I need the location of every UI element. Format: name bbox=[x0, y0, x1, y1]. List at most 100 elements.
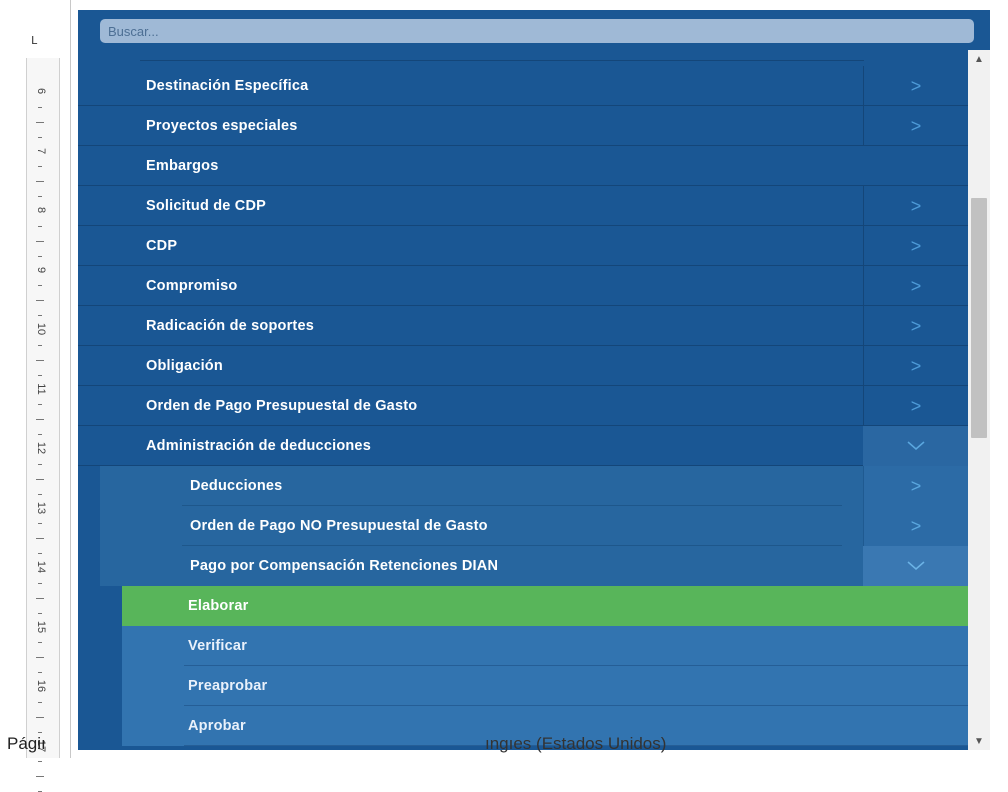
menu-item-label: Destinación Específica bbox=[146, 77, 309, 94]
menu-item-label: Embargos bbox=[146, 157, 219, 174]
ruler-tick bbox=[38, 196, 42, 198]
menu-item-label: Proyectos especiales bbox=[146, 117, 298, 134]
menu-item-label: Solicitud de CDP bbox=[146, 197, 267, 214]
ruler-tick bbox=[38, 463, 42, 465]
ruler-tick bbox=[38, 731, 42, 733]
menu-item-obligacion[interactable]: Obligación > bbox=[78, 346, 968, 386]
ruler-tick bbox=[36, 776, 44, 778]
ruler-tick bbox=[38, 136, 42, 138]
ruler-number: 8 bbox=[35, 206, 47, 214]
ruler-tick bbox=[38, 523, 42, 525]
chevron-right-icon[interactable]: > bbox=[863, 226, 968, 266]
ruler-number: 6 bbox=[35, 87, 47, 95]
ruler-number: 14 bbox=[35, 560, 47, 574]
scroll-up-arrow-icon[interactable]: ▲ bbox=[968, 50, 990, 68]
ruler-tick bbox=[36, 121, 44, 123]
ruler-tick bbox=[38, 642, 42, 644]
ruler-tick bbox=[36, 597, 44, 599]
search-input[interactable] bbox=[100, 19, 974, 43]
ruler-tick bbox=[36, 716, 44, 718]
ruler-tick bbox=[38, 493, 42, 495]
chevron-down-icon[interactable] bbox=[863, 546, 968, 586]
search-bar bbox=[78, 10, 990, 52]
ruler-tick bbox=[36, 359, 44, 361]
ruler-tick bbox=[36, 478, 44, 480]
ruler-tick bbox=[38, 106, 42, 108]
chevron-right-icon[interactable]: > bbox=[863, 466, 968, 506]
menu-item-cdp[interactable]: CDP > bbox=[78, 226, 968, 266]
ruler-number: 13 bbox=[35, 501, 47, 514]
ruler-tick bbox=[38, 285, 42, 287]
submenu-item-pago-compensacion-dian[interactable]: Pago por Compensación Retenciones DIAN bbox=[100, 546, 968, 586]
ruler-tick bbox=[38, 404, 42, 406]
ruler-tick bbox=[36, 538, 44, 540]
menu-item-orden-pago-presupuestal[interactable]: Orden de Pago Presupuestal de Gasto > bbox=[78, 386, 968, 426]
ruler-tick bbox=[36, 181, 44, 183]
menu-item-destinacion-especifica[interactable]: Destinación Específica > bbox=[78, 66, 968, 106]
chevron-down-icon[interactable] bbox=[863, 426, 968, 466]
ruler-tick bbox=[36, 240, 44, 242]
ruler-number: 12 bbox=[35, 441, 47, 455]
chevron-right-icon[interactable]: > bbox=[863, 266, 968, 306]
menu-item-label: CDP bbox=[146, 237, 178, 254]
ruler-tick bbox=[38, 612, 42, 614]
ruler-number: 9 bbox=[35, 266, 47, 273]
submenu-item-verificar[interactable]: Verificar bbox=[122, 626, 968, 666]
ruler-tick bbox=[38, 315, 42, 317]
menu-item-administracion-deducciones[interactable]: Administración de deducciones bbox=[78, 426, 968, 466]
vertical-ruler: L 6 7 8 9 10 11 12 13 14 15 16 17 bbox=[0, 0, 71, 792]
menu-item-label: Obligación bbox=[146, 357, 223, 374]
navigation-panel: Destinación Específica > Proyectos espec… bbox=[78, 10, 990, 750]
ruler-tick bbox=[38, 374, 42, 376]
chevron-right-icon[interactable]: > bbox=[863, 306, 968, 346]
chevron-right-icon[interactable]: > bbox=[863, 386, 968, 426]
scrollbar-thumb[interactable] bbox=[971, 198, 987, 438]
submenu-item-elaborar[interactable]: Elaborar bbox=[122, 586, 968, 626]
submenu-item-preaprobar[interactable]: Preaprobar bbox=[122, 666, 968, 706]
menu-item-compromiso[interactable]: Compromiso > bbox=[78, 266, 968, 306]
ruler-number: 11 bbox=[35, 382, 47, 395]
submenu-item-label: Aprobar bbox=[188, 718, 246, 734]
ruler-tick bbox=[38, 344, 42, 346]
tab-selector[interactable]: L bbox=[31, 34, 41, 47]
ruler-tick bbox=[38, 434, 42, 436]
chevron-right-icon[interactable]: > bbox=[863, 186, 968, 226]
ruler-tick bbox=[36, 300, 44, 302]
submenu-item-deducciones[interactable]: Deducciones > bbox=[100, 466, 968, 506]
ruler-tick bbox=[38, 166, 42, 168]
menu-item-proyectos-especiales[interactable]: Proyectos especiales > bbox=[78, 106, 968, 146]
ruler-tick bbox=[38, 761, 42, 763]
ruler-tick bbox=[38, 553, 42, 555]
ruler-number: 7 bbox=[35, 147, 47, 154]
menu-item-embargos[interactable]: Embargos bbox=[78, 146, 968, 186]
submenu-item-label: Elaborar bbox=[188, 598, 249, 614]
menu-item-label: Radicación de soportes bbox=[146, 317, 314, 334]
submenu-item-label: Verificar bbox=[188, 638, 248, 654]
vertical-scrollbar[interactable]: ▲ ▼ bbox=[968, 50, 990, 750]
ruler-tick bbox=[36, 657, 44, 659]
side-menu: Destinación Específica > Proyectos espec… bbox=[78, 54, 968, 746]
menu-item-radicacion-soportes[interactable]: Radicación de soportes > bbox=[78, 306, 968, 346]
ruler-number: 16 bbox=[35, 679, 47, 693]
submenu-pago-compensacion: Elaborar Verificar Preaprobar Aprobar bbox=[122, 586, 968, 746]
menu-item-label: Compromiso bbox=[146, 277, 238, 294]
submenu-administracion-deducciones: Deducciones > Orden de Pago NO Presupues… bbox=[100, 466, 968, 746]
ruler-tick bbox=[38, 672, 42, 674]
ruler-tick bbox=[38, 701, 42, 703]
status-language-text: ıngıes (Estados Unidos) bbox=[485, 734, 667, 753]
menu-item-label: Orden de Pago Presupuestal de Gasto bbox=[146, 397, 418, 414]
menu-item-solicitud-cdp[interactable]: Solicitud de CDP > bbox=[78, 186, 968, 226]
menu-item-label: Administración de deducciones bbox=[146, 437, 371, 454]
submenu-item-label: Orden de Pago NO Presupuestal de Gasto bbox=[190, 518, 488, 534]
submenu-item-orden-pago-no-presupuestal[interactable]: Orden de Pago NO Presupuestal de Gasto > bbox=[100, 506, 968, 546]
chevron-right-icon[interactable]: > bbox=[863, 506, 968, 546]
status-page-text: Págiı bbox=[7, 734, 46, 753]
ruler-strip bbox=[26, 58, 60, 758]
ruler-number: 15 bbox=[35, 620, 47, 633]
chevron-right-icon[interactable]: > bbox=[863, 66, 968, 106]
ruler-number: 10 bbox=[35, 322, 47, 336]
chevron-right-icon[interactable]: > bbox=[863, 106, 968, 146]
ruler-tick bbox=[38, 582, 42, 584]
chevron-right-icon[interactable]: > bbox=[863, 346, 968, 386]
submenu-item-label: Preaprobar bbox=[188, 678, 268, 694]
